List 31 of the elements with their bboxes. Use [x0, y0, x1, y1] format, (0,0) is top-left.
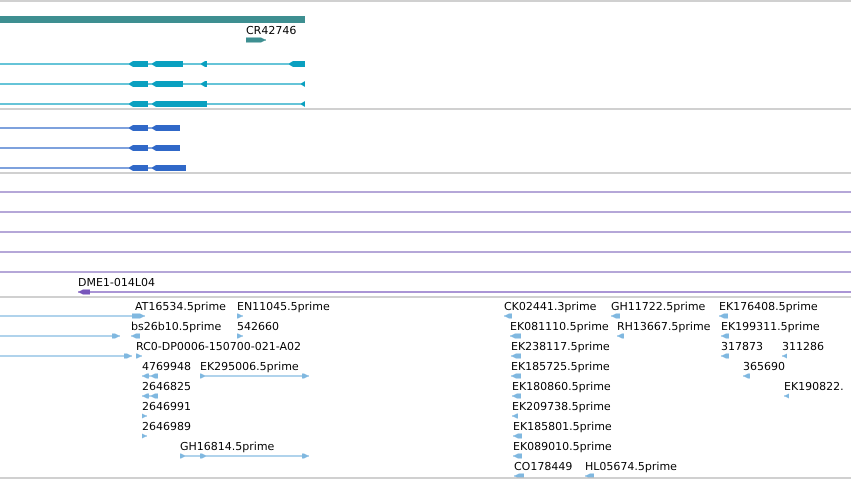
feature-label: RC0-DP0006-150700-021-A02 — [136, 340, 302, 353]
feature-label: 542660 — [237, 320, 279, 333]
feature-label: EN11045.5prime — [237, 300, 330, 313]
feature-label: GH11722.5prime — [611, 300, 706, 313]
feature-label: 311286 — [782, 340, 824, 353]
feature-label: 317873 — [721, 340, 763, 353]
feature-label: EK185725.5prime — [511, 360, 610, 373]
feature-label: RH13667.5prime — [617, 320, 710, 333]
feature-label: CK02441.3prime — [504, 300, 596, 313]
feature-label: 2646991 — [142, 400, 191, 413]
feature-label: 2646825 — [142, 380, 191, 393]
feature-label: EK238117.5prime — [511, 340, 610, 353]
feature-label: 2646989 — [142, 420, 191, 433]
feature-label: EK180860.5prime — [512, 380, 611, 393]
feature-label: 365690 — [743, 360, 785, 373]
feature-label: CR42746 — [246, 24, 296, 37]
feature-label: EK081110.5prime — [510, 320, 609, 333]
feature-label: DME1-014L04 — [78, 276, 155, 289]
feature-label: GH16814.5prime — [180, 440, 274, 453]
feature-label: bs26b10.5prime — [131, 320, 222, 333]
feature-label: EK190822. — [784, 380, 844, 393]
feature-label: 4769948 — [142, 360, 191, 373]
feature-label: EK199311.5prime — [721, 320, 820, 333]
feature-label: EK185801.5prime — [513, 420, 612, 433]
feature-label: EK089010.5prime — [513, 440, 612, 453]
feature-label: AT16534.5prime — [135, 300, 226, 313]
feature-label: EK295006.5prime — [200, 360, 299, 373]
feature-label: CO178449 — [514, 460, 572, 473]
feature-label: HL05674.5prime — [585, 460, 677, 473]
feature-label: EK209738.5prime — [512, 400, 611, 413]
feature-label: EK176408.5prime — [719, 300, 818, 313]
